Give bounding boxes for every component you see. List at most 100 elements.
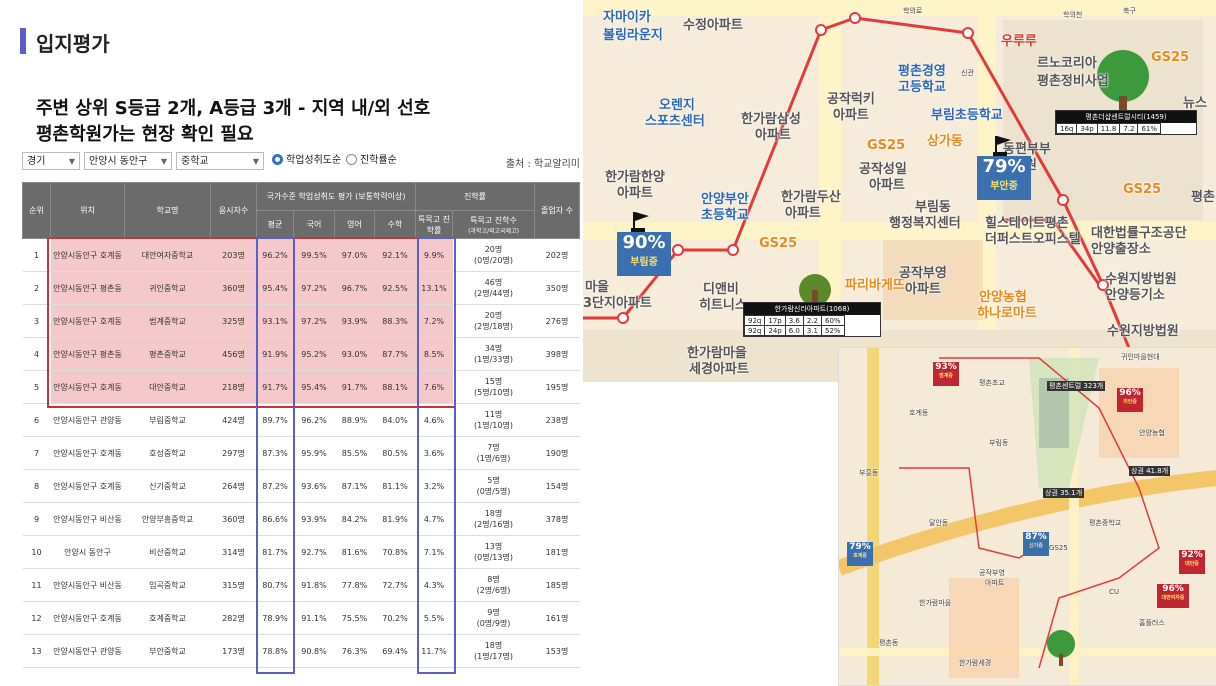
header-avg: 평균 xyxy=(256,210,294,239)
map-label: GS25 xyxy=(759,236,798,251)
table-row: 7 안양시동안구 호계동 호성중학교 297명 87.3% 95.9% 85.5% 80.5%… xyxy=(22,436,580,470)
table-cell-special-count: 20명 (0명/20명) xyxy=(452,238,535,272)
table-cell-special-count: 18명 (1명/17명) xyxy=(452,634,535,668)
table-cell-graduates: 276명 xyxy=(534,304,580,338)
table-cell-applicants: 264명 xyxy=(210,469,257,503)
map-label: 학의천 xyxy=(1063,11,1083,19)
apartment-card-cell: 3.6 xyxy=(784,315,804,326)
special-count-value: 46명 xyxy=(484,278,503,287)
table-cell-korean: 92.7% xyxy=(293,535,335,569)
table-cell-special-rate: 4.7% xyxy=(415,502,453,536)
table-cell-special-rate: 13.1% xyxy=(415,271,453,305)
radio-achievement-label: 학업성취도순 xyxy=(286,155,342,166)
table-cell-special-rate: 9.9% xyxy=(415,238,453,272)
apartment-card-cell: 16q xyxy=(1055,123,1078,134)
table-row: 2 안양시동안구 평촌동 귀인중학교 360명 95.4% 97.2% 96.7% 92.5%… xyxy=(22,271,580,305)
radio-selected-icon xyxy=(272,154,283,165)
table-cell-math: 81.1% xyxy=(374,469,416,503)
table-row: 4 안양시동안구 평촌동 평촌중학교 456명 91.9% 95.2% 93.0% 87.7%… xyxy=(22,337,580,371)
table-cell-graduates: 378명 xyxy=(534,502,580,536)
table-cell-rank: 6 xyxy=(22,403,51,437)
table-cell-math: 92.5% xyxy=(374,271,416,305)
table-cell-applicants: 424명 xyxy=(210,403,257,437)
filter-bar: 경기 ▼ 안양시 동안구 ▼ 중학교 ▼ 학업성취도순 진학률순 출처 : 학교알리미 xyxy=(22,152,582,172)
special-count-value: 18명 xyxy=(484,641,503,650)
table-cell-special-rate: 3.2% xyxy=(415,469,453,503)
school-badge-beomgye: 93% 범계중 xyxy=(933,362,959,386)
apartment-card-cell: 6.0 xyxy=(784,325,804,336)
table-cell-location: 안양시동안구 평촌동 xyxy=(50,337,125,371)
table-cell-special-count: 5명 (0명/5명) xyxy=(452,469,535,503)
headline-line-1: 주변 상위 S등급 2개, A등급 3개 - 지역 내/외 선호 xyxy=(36,98,431,119)
table-cell-rank: 11 xyxy=(22,568,51,602)
school-badge-buan: 79% 부안중 xyxy=(977,156,1031,200)
special-count-value: 5명 xyxy=(487,476,500,485)
table-cell-school: 호성중학교 xyxy=(124,436,211,470)
radio-achievement[interactable]: 학업성취도순 xyxy=(272,154,341,168)
table-cell-korean: 90.8% xyxy=(293,634,335,668)
special-count-detail: (0명/9명) xyxy=(476,619,511,628)
table-cell-special-rate: 4.6% xyxy=(415,403,453,437)
header-group-advance: 진학률 xyxy=(415,182,535,211)
table-row: 3 안양시동안구 호계동 범계중학교 325명 93.1% 97.2% 93.9% 88.3%… xyxy=(22,304,580,338)
table-cell-special-count: 34명 (1명/33명) xyxy=(452,337,535,371)
school-type-select[interactable]: 중학교 ▼ xyxy=(176,152,264,170)
special-count-value: 11명 xyxy=(484,410,503,419)
table-cell-english: 81.6% xyxy=(334,535,375,569)
special-count-value: 20명 xyxy=(484,245,503,254)
school-badge-hogye: 79% 호계중 xyxy=(847,542,873,566)
map-label: 한가람세경 xyxy=(959,659,992,667)
apartment-card-cell: 61% xyxy=(1137,123,1162,134)
map-label: 안양출장소 xyxy=(1091,242,1151,257)
table-cell-school: 범계중학교 xyxy=(124,304,211,338)
table-cell-school: 비산중학교 xyxy=(124,535,211,569)
source-note: 출처 : 학교알리미 xyxy=(505,159,580,170)
table-cell-special-rate: 5.5% xyxy=(415,601,453,635)
apartment-card-top: 평촌더샵센트럴시티(1459) 16q 34p 11.8 7.2 61% xyxy=(1055,110,1197,135)
region-select[interactable]: 경기 ▼ xyxy=(22,152,80,170)
table-row: 11 안양시동안구 비산동 임곡중학교 315명 80.7% 91.8% 77.8% 72.7… xyxy=(22,568,580,602)
school-badge-name: 대안중 xyxy=(1185,561,1199,567)
table-cell-rank: 5 xyxy=(22,370,51,404)
map-label: 아파트 xyxy=(755,128,791,143)
apartment-card-cell: 60% xyxy=(821,315,845,326)
map-label: GS25 xyxy=(1049,544,1068,552)
table-cell-english: 91.7% xyxy=(334,370,375,404)
table-cell-special-rate: 11.7% xyxy=(415,634,453,668)
headline: 주변 상위 S등급 2개, A등급 3개 - 지역 내/외 선호 평촌학원가는 … xyxy=(36,96,430,148)
table-cell-math: 81.9% xyxy=(374,502,416,536)
chevron-down-icon: ▼ xyxy=(68,157,75,166)
table-cell-school: 평촌중학교 xyxy=(124,337,211,371)
table-cell-avg: 81.7% xyxy=(256,535,294,569)
table-cell-special-count: 46명 (2명/44명) xyxy=(452,271,535,305)
table-cell-location: 안양시동안구 호계동 xyxy=(50,238,125,272)
table-cell-location: 안양시동안구 호계동 xyxy=(50,370,125,404)
school-badge-burim: 90% 부림중 xyxy=(617,232,671,276)
table-cell-avg: 78.8% xyxy=(256,634,294,668)
table-cell-applicants: 325명 xyxy=(210,304,257,338)
chevron-down-icon: ▼ xyxy=(252,157,259,166)
table-cell-graduates: 154명 xyxy=(534,469,580,503)
map-label: 우루루 xyxy=(1001,34,1037,49)
apartment-card-cell: 92q xyxy=(743,315,766,326)
map-label: 아파트 xyxy=(785,206,821,221)
school-badge-pct: 79% xyxy=(982,156,1026,177)
table-cell-math: 88.3% xyxy=(374,304,416,338)
special-count-detail: (5명/10명) xyxy=(474,388,513,397)
district-select[interactable]: 안양시 동안구 ▼ xyxy=(84,152,172,170)
table-cell-graduates: 190명 xyxy=(534,436,580,470)
table-cell-math: 69.4% xyxy=(374,634,416,668)
table-cell-applicants: 218명 xyxy=(210,370,257,404)
map-label: CU xyxy=(1109,588,1120,596)
radio-advance[interactable]: 진학률순 xyxy=(346,154,397,168)
flag-icon xyxy=(993,136,1013,156)
table-cell-special-rate: 7.1% xyxy=(415,535,453,569)
special-count-value: 9명 xyxy=(487,608,500,617)
table-cell-special-count: 7명 (1명/6명) xyxy=(452,436,535,470)
map-label: 파리바게뜨 xyxy=(845,278,905,293)
table-cell-english: 85.5% xyxy=(334,436,375,470)
table-cell-korean: 91.8% xyxy=(293,568,335,602)
apartment-card-cell: 92q xyxy=(743,325,766,336)
headline-line-2: 평촌학원가는 현장 확인 필요 xyxy=(36,124,254,145)
map-label: 평촌동 xyxy=(879,639,899,647)
